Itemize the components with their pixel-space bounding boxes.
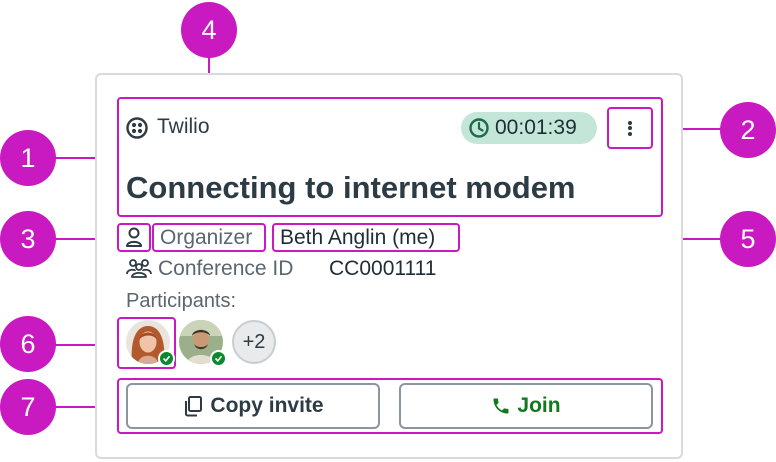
phone-icon bbox=[493, 398, 509, 414]
copy-invite-button[interactable]: Copy invite bbox=[126, 383, 380, 429]
organizer-name: Beth Anglin (me) bbox=[280, 226, 436, 249]
join-label: Join bbox=[517, 394, 561, 417]
online-status-badge bbox=[210, 350, 227, 367]
card-title: Connecting to internet modem bbox=[126, 170, 576, 205]
participants-label: Participants: bbox=[126, 290, 237, 312]
more-participants-count[interactable]: +2 bbox=[232, 320, 276, 364]
provider-label: Twilio bbox=[157, 115, 210, 138]
join-button[interactable]: Join bbox=[399, 383, 653, 429]
clock-icon bbox=[469, 118, 489, 138]
callout-4: 4 bbox=[181, 2, 237, 58]
callout-1: 1 bbox=[0, 130, 56, 186]
copy-icon bbox=[185, 396, 203, 417]
callout-2: 2 bbox=[720, 102, 776, 158]
copy-invite-label: Copy invite bbox=[210, 394, 324, 417]
more-vertical-icon bbox=[628, 119, 632, 137]
callout-5: 5 bbox=[720, 211, 776, 267]
timer-text: 00:01:39 bbox=[495, 116, 577, 139]
conference-id-label: Conference ID bbox=[158, 257, 294, 280]
conference-id-value: CC0001111 bbox=[329, 257, 437, 280]
twilio-icon bbox=[126, 117, 148, 139]
more-options-button[interactable] bbox=[607, 107, 653, 149]
check-icon bbox=[214, 355, 223, 362]
callout-6: 6 bbox=[0, 316, 56, 372]
callout-3: 3 bbox=[0, 211, 56, 267]
group-icon bbox=[126, 259, 152, 278]
online-status-badge bbox=[158, 350, 175, 367]
call-timer-badge: 00:01:39 bbox=[461, 112, 597, 144]
check-icon bbox=[162, 355, 171, 362]
callout-7: 7 bbox=[0, 379, 56, 435]
person-icon bbox=[126, 227, 142, 247]
organizer-label: Organizer bbox=[160, 226, 253, 249]
